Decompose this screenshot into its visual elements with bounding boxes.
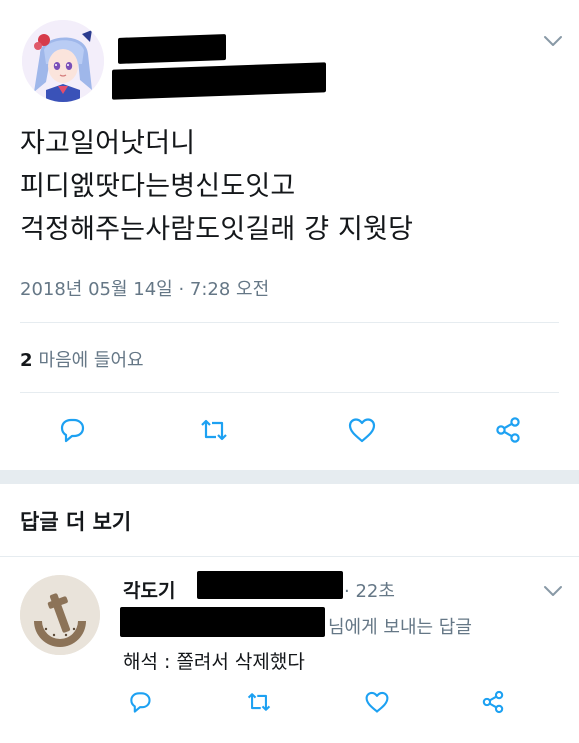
reply-icon — [130, 692, 151, 713]
anime-avatar-illustration — [22, 20, 104, 102]
section-separator — [0, 470, 579, 484]
tweet-body: 자고일어낫더니 피디엜땃다는병신도잇고 걱정해주는사람도잇길래 걍 지웟당 — [20, 122, 560, 251]
retweet-button[interactable] — [241, 684, 277, 720]
replying-to-label: 님에게 보내는 답글 — [328, 617, 472, 638]
divider — [20, 392, 559, 393]
likes-count: 2 — [20, 350, 33, 371]
retweet-icon — [247, 693, 271, 711]
redacted-display-name — [118, 34, 226, 64]
heart-icon — [348, 418, 376, 443]
author-avatar[interactable] — [22, 20, 104, 102]
divider — [0, 556, 579, 557]
share-icon — [482, 690, 504, 714]
reply-icon — [60, 418, 85, 443]
reply-action-bar — [0, 684, 579, 724]
reply-button[interactable] — [122, 684, 158, 720]
tweet-text-line: 피디엜땃다는병신도잇고 — [20, 171, 296, 202]
likes-summary[interactable]: 2 마음에 들어요 — [20, 346, 144, 372]
redacted-reply-handle — [197, 571, 343, 599]
share-button[interactable] — [475, 684, 511, 720]
reply-author-name[interactable]: 각도기 — [123, 576, 175, 603]
heart-icon — [365, 691, 389, 713]
reply-author-avatar[interactable] — [20, 575, 100, 655]
more-replies-heading: 답글 더 보기 — [20, 510, 132, 534]
reply-timestamp[interactable]: · 22초 — [344, 577, 395, 603]
tweet-action-bar — [0, 412, 579, 452]
redacted-reply-target — [120, 607, 325, 637]
like-button[interactable] — [344, 412, 380, 448]
share-button[interactable] — [490, 412, 526, 448]
protractor-avatar-image — [20, 575, 100, 655]
divider — [20, 322, 559, 323]
share-icon — [496, 417, 520, 443]
tweet-text-line: 걱정해주는사람도잇길래 걍 지웟당 — [20, 214, 414, 245]
redacted-handle — [112, 62, 326, 100]
main-tweet: 자고일어낫더니 피디엜땃다는병신도잇고 걱정해주는사람도잇길래 걍 지웟당 20… — [0, 0, 579, 470]
tweet-options-chevron-icon[interactable] — [542, 34, 564, 48]
reply-options-chevron-icon[interactable] — [542, 584, 564, 598]
reply-body: 해석 : 쫄려서 삭제했다 — [123, 651, 305, 673]
likes-label: 마음에 들어요 — [38, 350, 144, 371]
retweet-button[interactable] — [196, 412, 232, 448]
tweet-text-line: 자고일어낫더니 — [20, 128, 196, 159]
like-button[interactable] — [359, 684, 395, 720]
reply-button[interactable] — [54, 412, 90, 448]
retweet-icon — [201, 419, 227, 441]
tweet-timestamp[interactable]: 2018년 05월 14일 · 7:28 오전 — [20, 275, 269, 301]
